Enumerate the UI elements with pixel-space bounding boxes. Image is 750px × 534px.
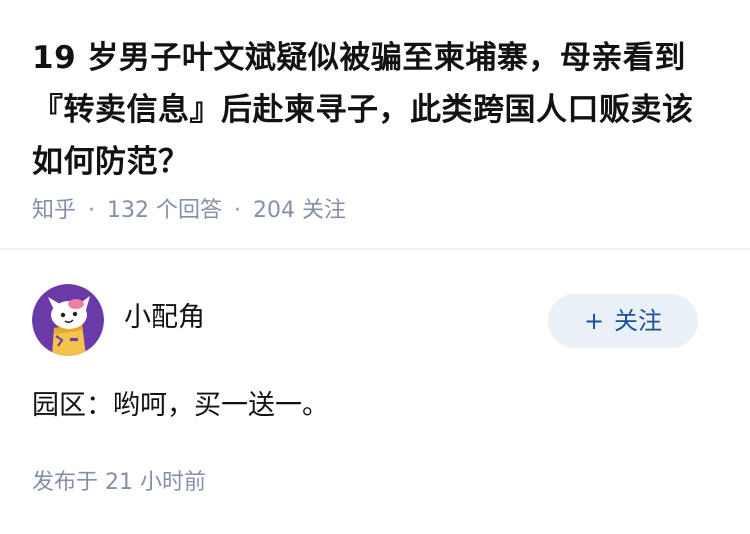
answer-card: 小配角 + 关注 园区：哟呵，买一送一。 发布于 21 小时前 [0, 252, 750, 534]
follow-button-label: 关注 [614, 307, 663, 335]
follow-button[interactable]: + 关注 [548, 294, 698, 348]
avatar[interactable] [32, 284, 104, 356]
cartoon-character-avatar-icon [32, 284, 104, 356]
question-meta: 知乎 · 132 个回答 · 204 关注 [32, 196, 346, 226]
question-title[interactable]: 19 岁男子叶文斌疑似被骗至柬埔寨，母亲看到『转卖信息』后赴柬寻子，此类跨国人口… [32, 32, 716, 188]
answer-count[interactable]: 132 个回答 [107, 198, 222, 223]
answer-content[interactable]: 园区：哟呵，买一送一。 [32, 386, 329, 426]
plus-icon: + [583, 307, 605, 335]
answer-timestamp: 发布于 21 小时前 [32, 470, 206, 495]
question-header: 19 岁男子叶文斌疑似被骗至柬埔寨，母亲看到『转卖信息』后赴柬寻子，此类跨国人口… [0, 0, 750, 250]
meta-separator: · [88, 198, 96, 223]
meta-separator: · [234, 198, 242, 223]
source-label: 知乎 [32, 198, 77, 223]
author-name[interactable]: 小配角 [124, 300, 205, 336]
follower-count[interactable]: 204 关注 [253, 198, 346, 223]
